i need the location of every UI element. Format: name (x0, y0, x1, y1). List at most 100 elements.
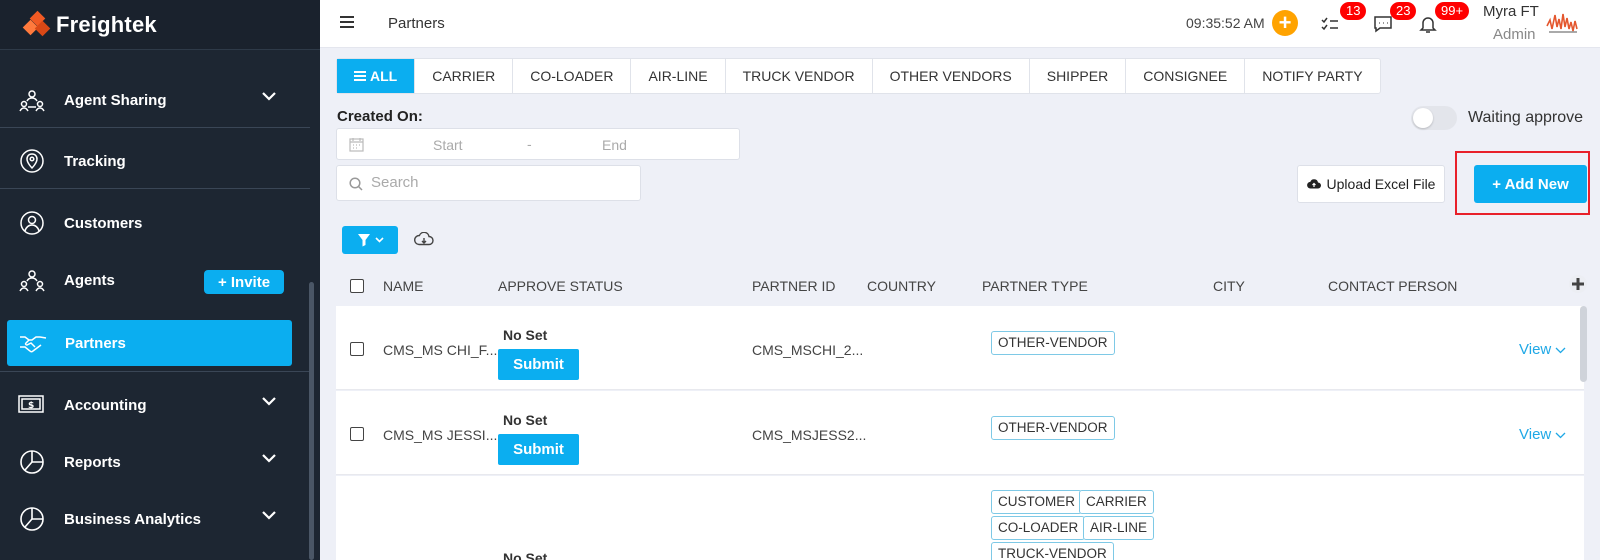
tab-truck-vendor[interactable]: TRUCK VENDOR (726, 59, 873, 93)
sidebar-item-label: Agent Sharing (64, 91, 167, 109)
tab-notify-party[interactable]: NOTIFY PARTY (1245, 59, 1379, 93)
menu-toggle-icon[interactable] (340, 16, 354, 28)
tab-carrier[interactable]: CARRIER (415, 59, 514, 93)
sidebar-item-label: Reports (64, 453, 121, 471)
partner-type-tag: TRUCK-VENDOR (991, 542, 1114, 560)
sidebar-item-partners[interactable]: Partners (7, 320, 292, 366)
freightek-logo-icon (22, 10, 51, 38)
invite-button[interactable]: + Invite (204, 270, 284, 294)
user-name[interactable]: Myra FT (1483, 3, 1539, 20)
submit-button[interactable]: Submit (498, 434, 579, 465)
sidebar-item-tracking[interactable]: Tracking (0, 131, 310, 191)
chevron-down-icon (1555, 432, 1566, 439)
sidebar-item-agent-sharing[interactable]: Agent Sharing (0, 70, 310, 130)
row-checkbox[interactable] (350, 427, 364, 441)
partner-name[interactable]: CMS_MS JESSI... (383, 427, 497, 443)
partner-id: CMS_MSJESS2... (752, 427, 867, 443)
date-separator: - (527, 136, 532, 152)
sidebar-item-label: Accounting (64, 396, 147, 414)
upload-excel-button[interactable]: Upload Excel File (1297, 165, 1445, 203)
agent-sharing-icon (18, 86, 46, 114)
tab-shipper[interactable]: SHIPPER (1030, 59, 1127, 93)
sidebar: Freightek Agent Sharing Tracking Custome… (0, 0, 320, 560)
table-header: NAME APPROVE STATUS PARTNER ID COUNTRY P… (336, 268, 1590, 304)
search-input[interactable] (371, 174, 631, 191)
column-header-contact-person[interactable]: CONTACT PERSON (1328, 278, 1457, 294)
approve-status: No Set (503, 327, 548, 343)
date-start-input[interactable]: Start (433, 137, 463, 153)
date-range-picker[interactable]: Start - End (336, 128, 740, 160)
chat-icon[interactable] (1373, 14, 1393, 34)
filter-dropdown-button[interactable] (342, 226, 398, 254)
chevron-down-icon (262, 511, 276, 520)
list-icon (354, 69, 366, 83)
agents-icon (18, 266, 46, 294)
row-checkbox[interactable] (350, 342, 364, 356)
column-header-approve-status[interactable]: APPROVE STATUS (498, 278, 623, 294)
partner-type-tag: CARRIER (1079, 490, 1154, 514)
sidebar-scrollbar[interactable] (309, 282, 314, 560)
tasks-badge: 13 (1340, 2, 1367, 20)
brand[interactable]: Freightek (0, 0, 320, 50)
messages-badge: 23 (1390, 2, 1417, 20)
svg-text:$: $ (28, 401, 34, 411)
tab-all[interactable]: ALL (337, 59, 416, 93)
bell-icon[interactable] (1418, 14, 1438, 34)
search-field[interactable] (336, 165, 641, 201)
column-header-country[interactable]: COUNTRY (867, 278, 936, 294)
user-avatar-icon[interactable] (1545, 8, 1581, 40)
view-dropdown[interactable]: View (1519, 426, 1566, 443)
quick-add-button[interactable]: + (1272, 10, 1298, 36)
table-scrollbar[interactable] (1580, 306, 1587, 382)
brand-name: Freightek (56, 11, 157, 37)
tab-consignee[interactable]: CONSIGNEE (1126, 59, 1246, 93)
chevron-down-icon (1555, 347, 1566, 354)
table-row[interactable]: CMS_MS JESSI... No Set Submit CMS_MSJESS… (336, 391, 1584, 475)
column-header-city[interactable]: CITY (1213, 278, 1245, 294)
task-checklist-icon[interactable] (1320, 14, 1340, 34)
view-label: View (1519, 341, 1552, 358)
column-header-partner-type[interactable]: PARTNER TYPE (982, 278, 1088, 294)
chevron-down-icon (374, 237, 384, 243)
calendar-icon (349, 138, 364, 152)
tab-other-vendors[interactable]: OTHER VENDORS (873, 59, 1030, 93)
partner-name[interactable]: CMS_MS CHI_F... (383, 342, 497, 358)
partner-type-tag: CUSTOMER (991, 490, 1083, 514)
add-column-icon[interactable] (1568, 274, 1588, 294)
view-label: View (1519, 426, 1552, 443)
top-bar: Partners 09:35:52 AM + 13 23 99+ Myra FT… (320, 0, 1600, 48)
clock: 09:35:52 AM (1186, 15, 1265, 31)
tab-co-loader[interactable]: CO-LOADER (513, 59, 632, 93)
page-title: Partners (388, 15, 445, 32)
column-header-partner-id[interactable]: PARTNER ID (752, 278, 836, 294)
column-header-name[interactable]: NAME (383, 278, 423, 294)
chevron-down-icon (262, 454, 276, 463)
sidebar-item-reports[interactable]: Reports (0, 432, 310, 492)
sidebar-item-accounting[interactable]: $ Accounting (0, 375, 310, 435)
add-new-button[interactable]: + Add New (1474, 165, 1587, 203)
partner-type-tag: CO-LOADER (991, 516, 1086, 540)
sidebar-item-business-analytics[interactable]: Business Analytics (0, 489, 310, 549)
sidebar-item-label: Agents (64, 271, 115, 289)
cloud-download-icon[interactable] (414, 232, 434, 246)
user-role: Admin (1493, 26, 1536, 43)
partner-type-tag: OTHER-VENDOR (991, 416, 1115, 440)
date-end-input[interactable]: End (602, 137, 627, 153)
table-row[interactable]: CMS_MS CHI_F... No Set Submit CMS_MSCHI_… (336, 306, 1584, 390)
divider (0, 127, 310, 128)
handshake-icon (19, 329, 47, 357)
sidebar-item-label: Business Analytics (64, 510, 201, 528)
toggle-switch[interactable] (1411, 106, 1457, 130)
sidebar-item-label: Tracking (64, 152, 126, 170)
sidebar-item-label: Customers (64, 214, 143, 232)
partner-type-tag: AIR-LINE (1083, 516, 1155, 540)
approve-status: No Set (503, 550, 548, 560)
customer-icon (18, 209, 46, 237)
select-all-checkbox[interactable] (350, 279, 364, 293)
location-pin-icon (18, 147, 46, 175)
table-row[interactable]: No Set CUSTOMER CARRIER CO-LOADER AIR-LI… (336, 476, 1584, 560)
tab-air-line[interactable]: AIR-LINE (631, 59, 726, 93)
sidebar-item-customers[interactable]: Customers (0, 193, 310, 253)
view-dropdown[interactable]: View (1519, 341, 1566, 358)
submit-button[interactable]: Submit (498, 349, 579, 380)
